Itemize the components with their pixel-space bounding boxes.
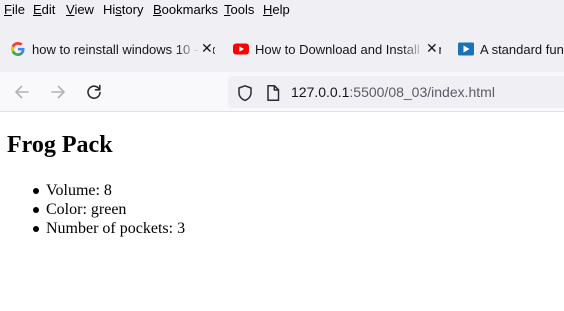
close-icon[interactable]: ✕ (424, 40, 438, 57)
tab-google-search[interactable]: how to reinstall windows 10 - Google Sea… (10, 40, 215, 60)
bullet-icon (33, 188, 39, 194)
menu-tools[interactable]: Tools (224, 2, 254, 17)
page-heading: Frog Pack (7, 132, 113, 158)
address-bar[interactable]: 127.0.0.1:5500/08_03/index.html (228, 76, 564, 108)
menu-bar: File Edit View History Bookmarks Tools H… (0, 0, 564, 20)
back-arrow-icon[interactable] (12, 82, 32, 102)
tab-standard-function[interactable]: A standard function (458, 40, 564, 60)
page-icon[interactable] (264, 84, 282, 102)
list-item-text: Volume: 8 (46, 182, 112, 199)
google-icon (10, 41, 26, 57)
bullet-icon (33, 207, 39, 213)
menu-bookmarks[interactable]: Bookmarks (153, 2, 218, 17)
forward-arrow-icon[interactable] (48, 82, 68, 102)
menu-view[interactable]: View (66, 2, 94, 17)
url-text[interactable]: 127.0.0.1:5500/08_03/index.html (291, 84, 495, 100)
video-icon (458, 41, 474, 57)
bullet-icon (33, 226, 39, 232)
menu-history[interactable]: History (103, 2, 143, 17)
property-list: Volume: 8 Color: green Number of pockets… (33, 181, 186, 238)
menu-edit[interactable]: Edit (33, 2, 55, 17)
menu-file[interactable]: File (4, 2, 25, 17)
url-host: 127.0.0.1 (291, 84, 350, 100)
tab-fade (176, 40, 200, 60)
tab-fade (401, 40, 425, 60)
tab-youtube[interactable]: How to Download and Install Windows ✕ (233, 40, 441, 60)
list-item-text: Color: green (46, 201, 127, 218)
list-item: Number of pockets: 3 (33, 219, 186, 238)
youtube-icon (233, 41, 249, 57)
tab-strip: how to reinstall windows 10 - Google Sea… (0, 20, 564, 72)
list-item: Volume: 8 (33, 181, 185, 200)
list-item-text: Number of pockets: 3 (46, 220, 186, 237)
url-path: :5500/08_03/index.html (349, 84, 495, 100)
reload-icon[interactable] (84, 82, 104, 102)
nav-toolbar: 127.0.0.1:5500/08_03/index.html (0, 72, 564, 112)
list-item: Color: green (33, 200, 185, 219)
page-content: Frog Pack Volume: 8 Color: green Number … (0, 113, 564, 311)
close-icon[interactable]: ✕ (199, 40, 213, 57)
menu-help[interactable]: Help (263, 2, 290, 17)
shield-icon[interactable] (236, 84, 254, 102)
tab-title: A standard function (480, 42, 564, 57)
